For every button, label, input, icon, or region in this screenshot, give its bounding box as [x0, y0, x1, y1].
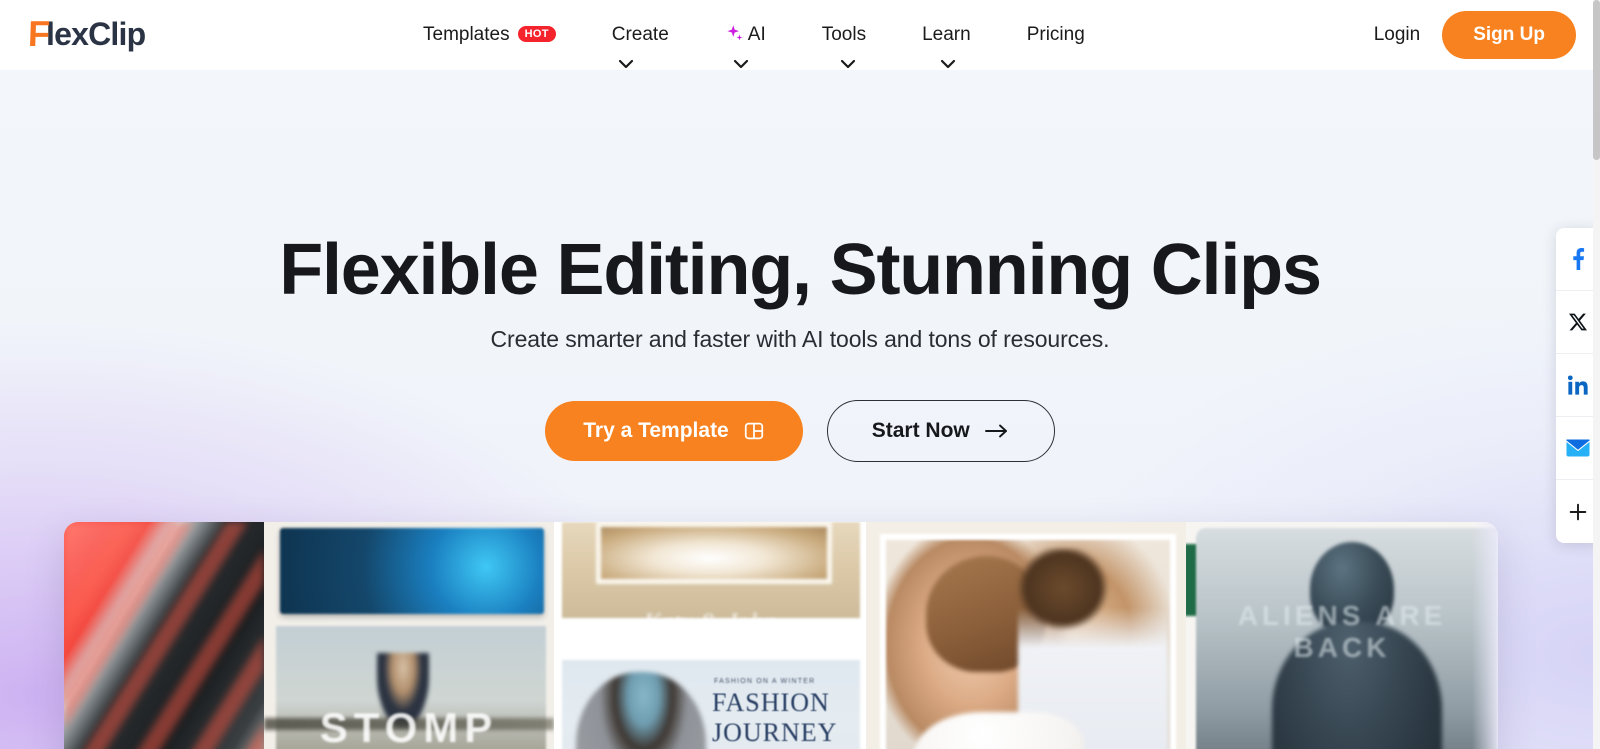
login-link[interactable]: Login — [1352, 24, 1443, 46]
arrow-right-icon — [984, 424, 1007, 438]
nav-label-pricing: Pricing — [1026, 24, 1085, 45]
nav-item-templates[interactable]: Templates HOT — [395, 0, 584, 70]
nav-item-create[interactable]: Create — [584, 0, 697, 70]
card-title-line2: JOURNEY — [712, 718, 838, 747]
page-title: Flexible Editing, Stunning Clips — [279, 230, 1322, 310]
nav-item-pricing[interactable]: Pricing — [999, 0, 1113, 70]
chevron-down-icon — [734, 59, 749, 69]
linkedin-icon — [1567, 375, 1588, 395]
card-script-names: Katy & John — [643, 608, 777, 637]
card-wedding-strip — [562, 522, 860, 618]
card-caption-aliens: ALIENS ARE BACK — [1237, 600, 1447, 663]
chevron-down-icon — [619, 59, 634, 69]
card-wedding-photo — [596, 522, 832, 584]
main-navigation: Templates HOT Create AI Tools Learn Pric… — [395, 0, 1113, 70]
template-card-stomp[interactable]: STOMP — [264, 522, 554, 749]
template-preview-strip[interactable]: STOMP Katy & John FASHION ON A WINTER FA… — [64, 522, 1498, 749]
chevron-down-icon — [840, 59, 855, 69]
signup-button[interactable]: Sign Up — [1442, 11, 1576, 59]
facebook-icon — [1573, 248, 1585, 270]
site-header: F lexClip Templates HOT Create AI Tools — [0, 0, 1600, 70]
nav-label-ai: AI — [747, 24, 766, 45]
page-scrollbar[interactable] — [1593, 0, 1600, 749]
nav-item-learn[interactable]: Learn — [894, 0, 999, 70]
template-card-fashion-journey[interactable]: Katy & John FASHION ON A WINTER FASHION … — [554, 522, 866, 749]
sparkle-icon — [727, 25, 743, 41]
template-card-wedding-couple[interactable] — [866, 522, 1186, 749]
chevron-down-icon — [941, 59, 956, 69]
logo-f-mark: F — [27, 13, 50, 54]
card-kicker: FASHION ON A WINTER — [714, 678, 816, 685]
template-card-phone-app[interactable] — [64, 522, 264, 749]
nav-item-tools[interactable]: Tools — [794, 0, 894, 70]
scrollbar-thumb[interactable] — [1593, 0, 1600, 160]
start-now-button[interactable]: Start Now — [826, 400, 1055, 462]
card-caption-stomp: STOMP — [319, 704, 499, 749]
nav-label-learn: Learn — [922, 24, 971, 45]
logo-wordmark: lexClip — [46, 16, 146, 52]
hot-badge: HOT — [517, 25, 556, 43]
nav-label-templates: Templates — [423, 24, 510, 45]
try-a-template-button[interactable]: Try a Template — [545, 401, 803, 461]
brand-logo[interactable]: F lexClip — [27, 13, 146, 55]
hero-subtitle: Create smarter and faster with AI tools … — [490, 326, 1110, 352]
nav-label-tools: Tools — [821, 24, 867, 45]
card-image-top — [280, 528, 544, 614]
template-layout-icon — [744, 422, 763, 440]
hero-section: Flexible Editing, Stunning Clips Create … — [0, 70, 1600, 749]
header-actions: Login Sign Up — [1352, 0, 1576, 70]
nav-item-ai[interactable]: AI — [697, 0, 794, 70]
nav-label-create: Create — [611, 24, 669, 45]
email-icon — [1566, 439, 1590, 457]
template-card-aliens[interactable]: ALIENS ARE BACK — [1186, 522, 1498, 749]
try-a-template-label: Try a Template — [583, 419, 729, 442]
start-now-label: Start Now — [871, 419, 970, 442]
card-title-line1: FASHION — [712, 688, 830, 717]
hero-cta-row: Try a Template Start Now — [0, 400, 1600, 462]
plus-more-icon — [1569, 503, 1587, 520]
x-twitter-icon — [1569, 313, 1587, 331]
